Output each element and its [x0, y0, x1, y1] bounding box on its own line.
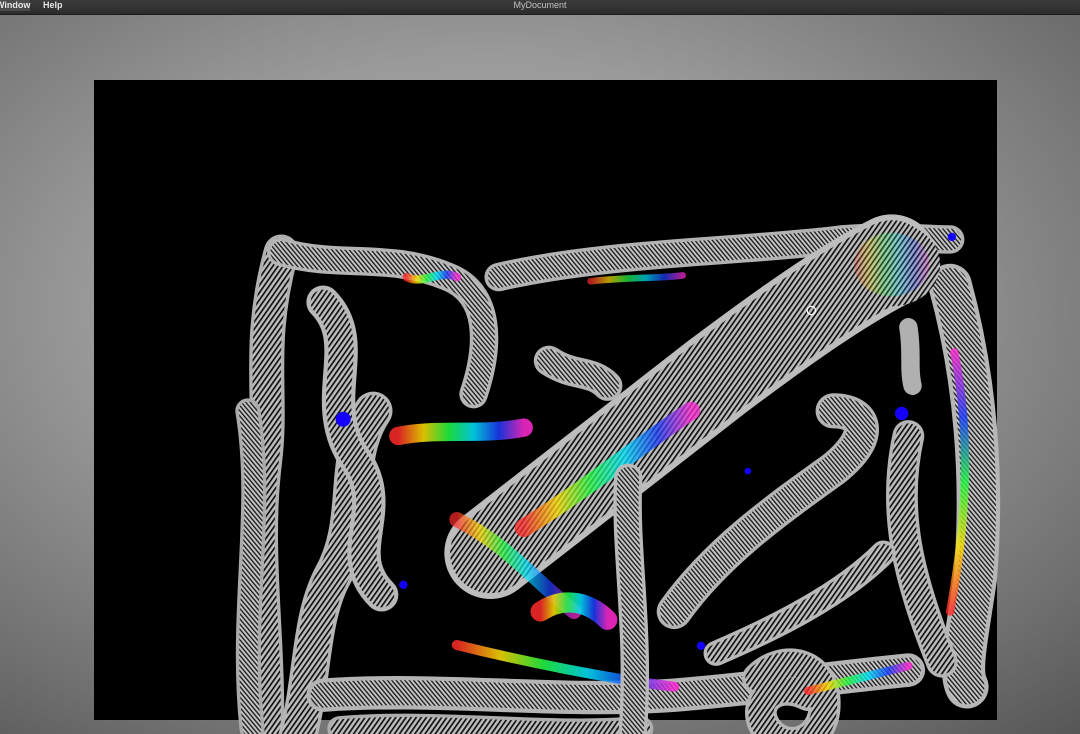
top-right-orb-tint	[854, 232, 930, 297]
menu-help[interactable]: Help	[43, 0, 63, 11]
artwork-canvas[interactable]	[94, 80, 1001, 734]
menu-bar: Window Help MyDocument	[0, 0, 1080, 15]
tube-strokes	[235, 214, 1001, 734]
artwork-svg	[235, 214, 1001, 734]
menu-window[interactable]: Window	[0, 0, 31, 11]
document-title: MyDocument	[513, 0, 567, 10]
